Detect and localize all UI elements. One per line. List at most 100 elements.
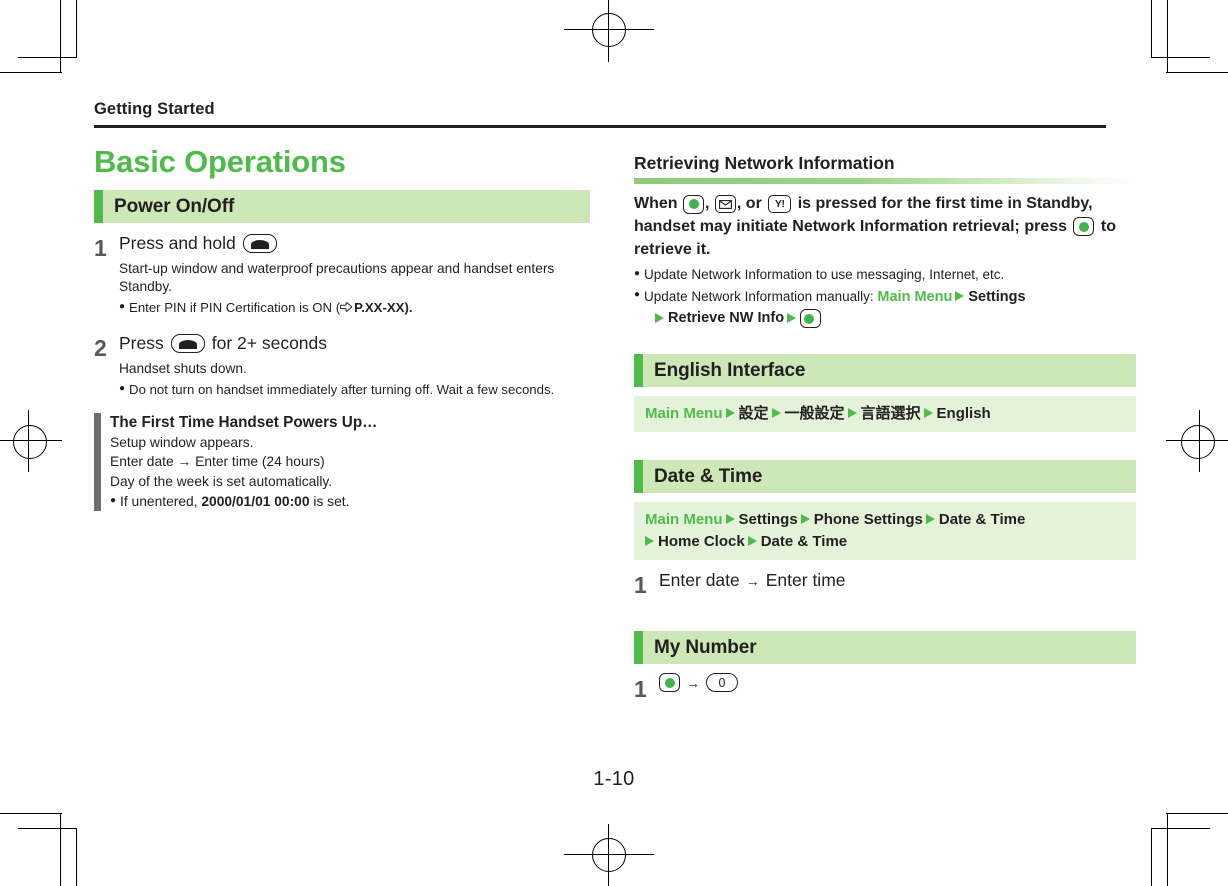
zero-key-icon: 0: [706, 673, 738, 693]
breadcrumb-item[interactable]: English: [937, 405, 991, 422]
center-key-icon: [1073, 217, 1095, 237]
step-number: 1: [634, 676, 647, 703]
section-heading-network-info: Retrieving Network Information: [634, 153, 895, 173]
chevron-right-icon: [787, 312, 797, 323]
step-bullet: ● Enter PIN if PIN Certification is ON (…: [119, 299, 590, 317]
section-accent-tab: [634, 354, 643, 388]
step-title: Press and hold: [119, 232, 590, 255]
network-info-bullet-2: ● Update Network Information manually: M…: [634, 287, 1136, 331]
chevron-right-icon: [645, 535, 654, 546]
breadcrumb-item[interactable]: Retrieve NW Info: [668, 310, 784, 326]
step-number: 1: [94, 234, 107, 261]
breadcrumb-item[interactable]: Date & Time: [939, 511, 1025, 528]
step-title-text-pre: Enter date: [659, 570, 740, 591]
step-bullet: ● Do not turn on handset immediately aft…: [119, 381, 590, 399]
crop-mark-line: [60, 0, 62, 73]
step-description: Handset shuts down.: [119, 360, 247, 376]
chevron-right-icon: [747, 535, 757, 546]
crop-mark-line: [1166, 813, 1168, 886]
step-title-text-pre: Press: [119, 332, 164, 353]
step-2: 2 Press for 2+ seconds Handset shuts dow…: [94, 332, 590, 399]
section-date-time: Date & Time Main Menu Settings Phone Setti…: [634, 460, 1136, 598]
breadcrumb-item[interactable]: 言語選択: [861, 404, 921, 422]
lead-text-3: , or: [736, 195, 762, 213]
bullet-text: Update Network Information manually: Mai…: [644, 287, 1026, 331]
step-description: Start-up window and waterproof precautio…: [119, 260, 555, 294]
zero-key-label: 0: [718, 675, 726, 690]
section-header-power-on-off: Power On/Off: [94, 189, 590, 223]
main-menu-link[interactable]: Main Menu: [645, 511, 723, 528]
running-head-rule: [94, 125, 1106, 128]
crop-mark-line: [1152, 57, 1210, 59]
crop-mark-line: [1152, 827, 1210, 829]
chevron-right-icon: [847, 408, 857, 419]
step-1-my-number: 1 → 0: [634, 673, 1136, 702]
lead-text-1: When: [634, 195, 678, 213]
bullet-dot-icon: ●: [110, 494, 117, 506]
main-menu-link[interactable]: Main Menu: [645, 405, 723, 422]
chevron-right-icon: [925, 514, 935, 525]
section-header-my-number: My Number: [634, 631, 1136, 665]
network-info-bullet-1: ● Update Network Information to use mess…: [634, 266, 1136, 284]
reference-pointer-icon: [339, 300, 353, 312]
crop-mark-line: [76, 828, 78, 886]
breadcrumb-item[interactable]: Settings: [968, 289, 1025, 305]
note-accent-bar: [94, 413, 101, 512]
breadcrumb-item[interactable]: Home Clock: [658, 533, 745, 550]
end-call-key-icon: [242, 233, 277, 253]
crop-mark-line: [0, 72, 62, 74]
crop-mark-line: [1150, 828, 1152, 886]
bullet-text: Enter PIN if PIN Certification is ON (P.…: [129, 299, 412, 317]
section-network-info: Retrieving Network Information When , , …: [634, 153, 1136, 331]
step-number: 2: [94, 334, 107, 361]
note-line: Day of the week is set automatically.: [110, 474, 333, 490]
note-bullet-text: If unentered, 2000/01/01 00:00 is set.: [120, 493, 349, 512]
section-accent-tab: [634, 631, 643, 665]
crop-mark-line: [1166, 0, 1168, 73]
breadcrumb-item[interactable]: Settings: [739, 511, 798, 528]
bullet-dot-icon: ●: [119, 301, 126, 313]
bullet-text: Do not turn on handset immediately after…: [129, 382, 555, 398]
note-box-first-power-up: The First Time Handset Powers Up… Setup …: [94, 413, 590, 512]
yahoo-key-icon: Y!: [768, 195, 792, 214]
arrow-right-icon: →: [686, 674, 700, 691]
note-line: Enter date → Enter time (24 hours): [110, 454, 325, 470]
chevron-right-icon: [955, 291, 965, 302]
center-key-icon: [800, 309, 822, 329]
page-number: 1-10: [593, 768, 635, 790]
bullet-dot-icon: ●: [634, 288, 641, 300]
crop-mark-line: [76, 0, 78, 58]
chevron-right-icon: [800, 514, 810, 525]
chevron-right-icon: [923, 408, 933, 419]
step-title-text: Press and hold: [119, 232, 236, 253]
end-call-key-icon: [170, 333, 205, 353]
network-info-lead: When , , or Y! is pressed for the first …: [634, 193, 1136, 261]
breadcrumb-item[interactable]: 一般設定: [785, 404, 845, 422]
step-title-text-post: Enter time: [765, 570, 846, 591]
chapter-title: Basic Operations: [94, 144, 346, 179]
crop-mark-line: [0, 812, 62, 814]
bullet-dot-icon: ●: [119, 383, 126, 395]
step-title-text-post: for 2+ seconds: [211, 332, 328, 353]
main-menu-link[interactable]: Main Menu: [877, 289, 952, 305]
crop-mark-line: [1166, 72, 1228, 74]
breadcrumb-item[interactable]: Date & Time: [761, 533, 847, 550]
crop-mark-line: [1166, 812, 1228, 814]
gradient-rule: [634, 178, 1136, 185]
step-title: Press for 2+ seconds: [119, 332, 590, 355]
section-accent-tab: [94, 189, 103, 223]
bullet-reference: P.XX-XX: [354, 300, 405, 316]
center-key-icon: [683, 194, 704, 214]
chevron-right-icon: [725, 408, 735, 419]
crop-mark-line: [60, 813, 62, 886]
breadcrumb-item[interactable]: Phone Settings: [814, 511, 923, 528]
section-header-label: Date & Time: [654, 466, 763, 488]
mail-key-icon: [714, 195, 736, 214]
breadcrumb-item[interactable]: 設定: [739, 404, 769, 422]
note-bullet-post: is set.: [309, 493, 350, 509]
chevron-right-icon: [655, 312, 665, 323]
note-bullet-value: 2000/01/01 00:00: [201, 493, 310, 509]
breadcrumb-english-interface: Main Menu 設定 一般設定 言語選択 English: [634, 396, 1136, 433]
bullet-text-pre: Update Network Information manually:: [644, 288, 878, 304]
bullet-dot-icon: ●: [634, 268, 641, 280]
